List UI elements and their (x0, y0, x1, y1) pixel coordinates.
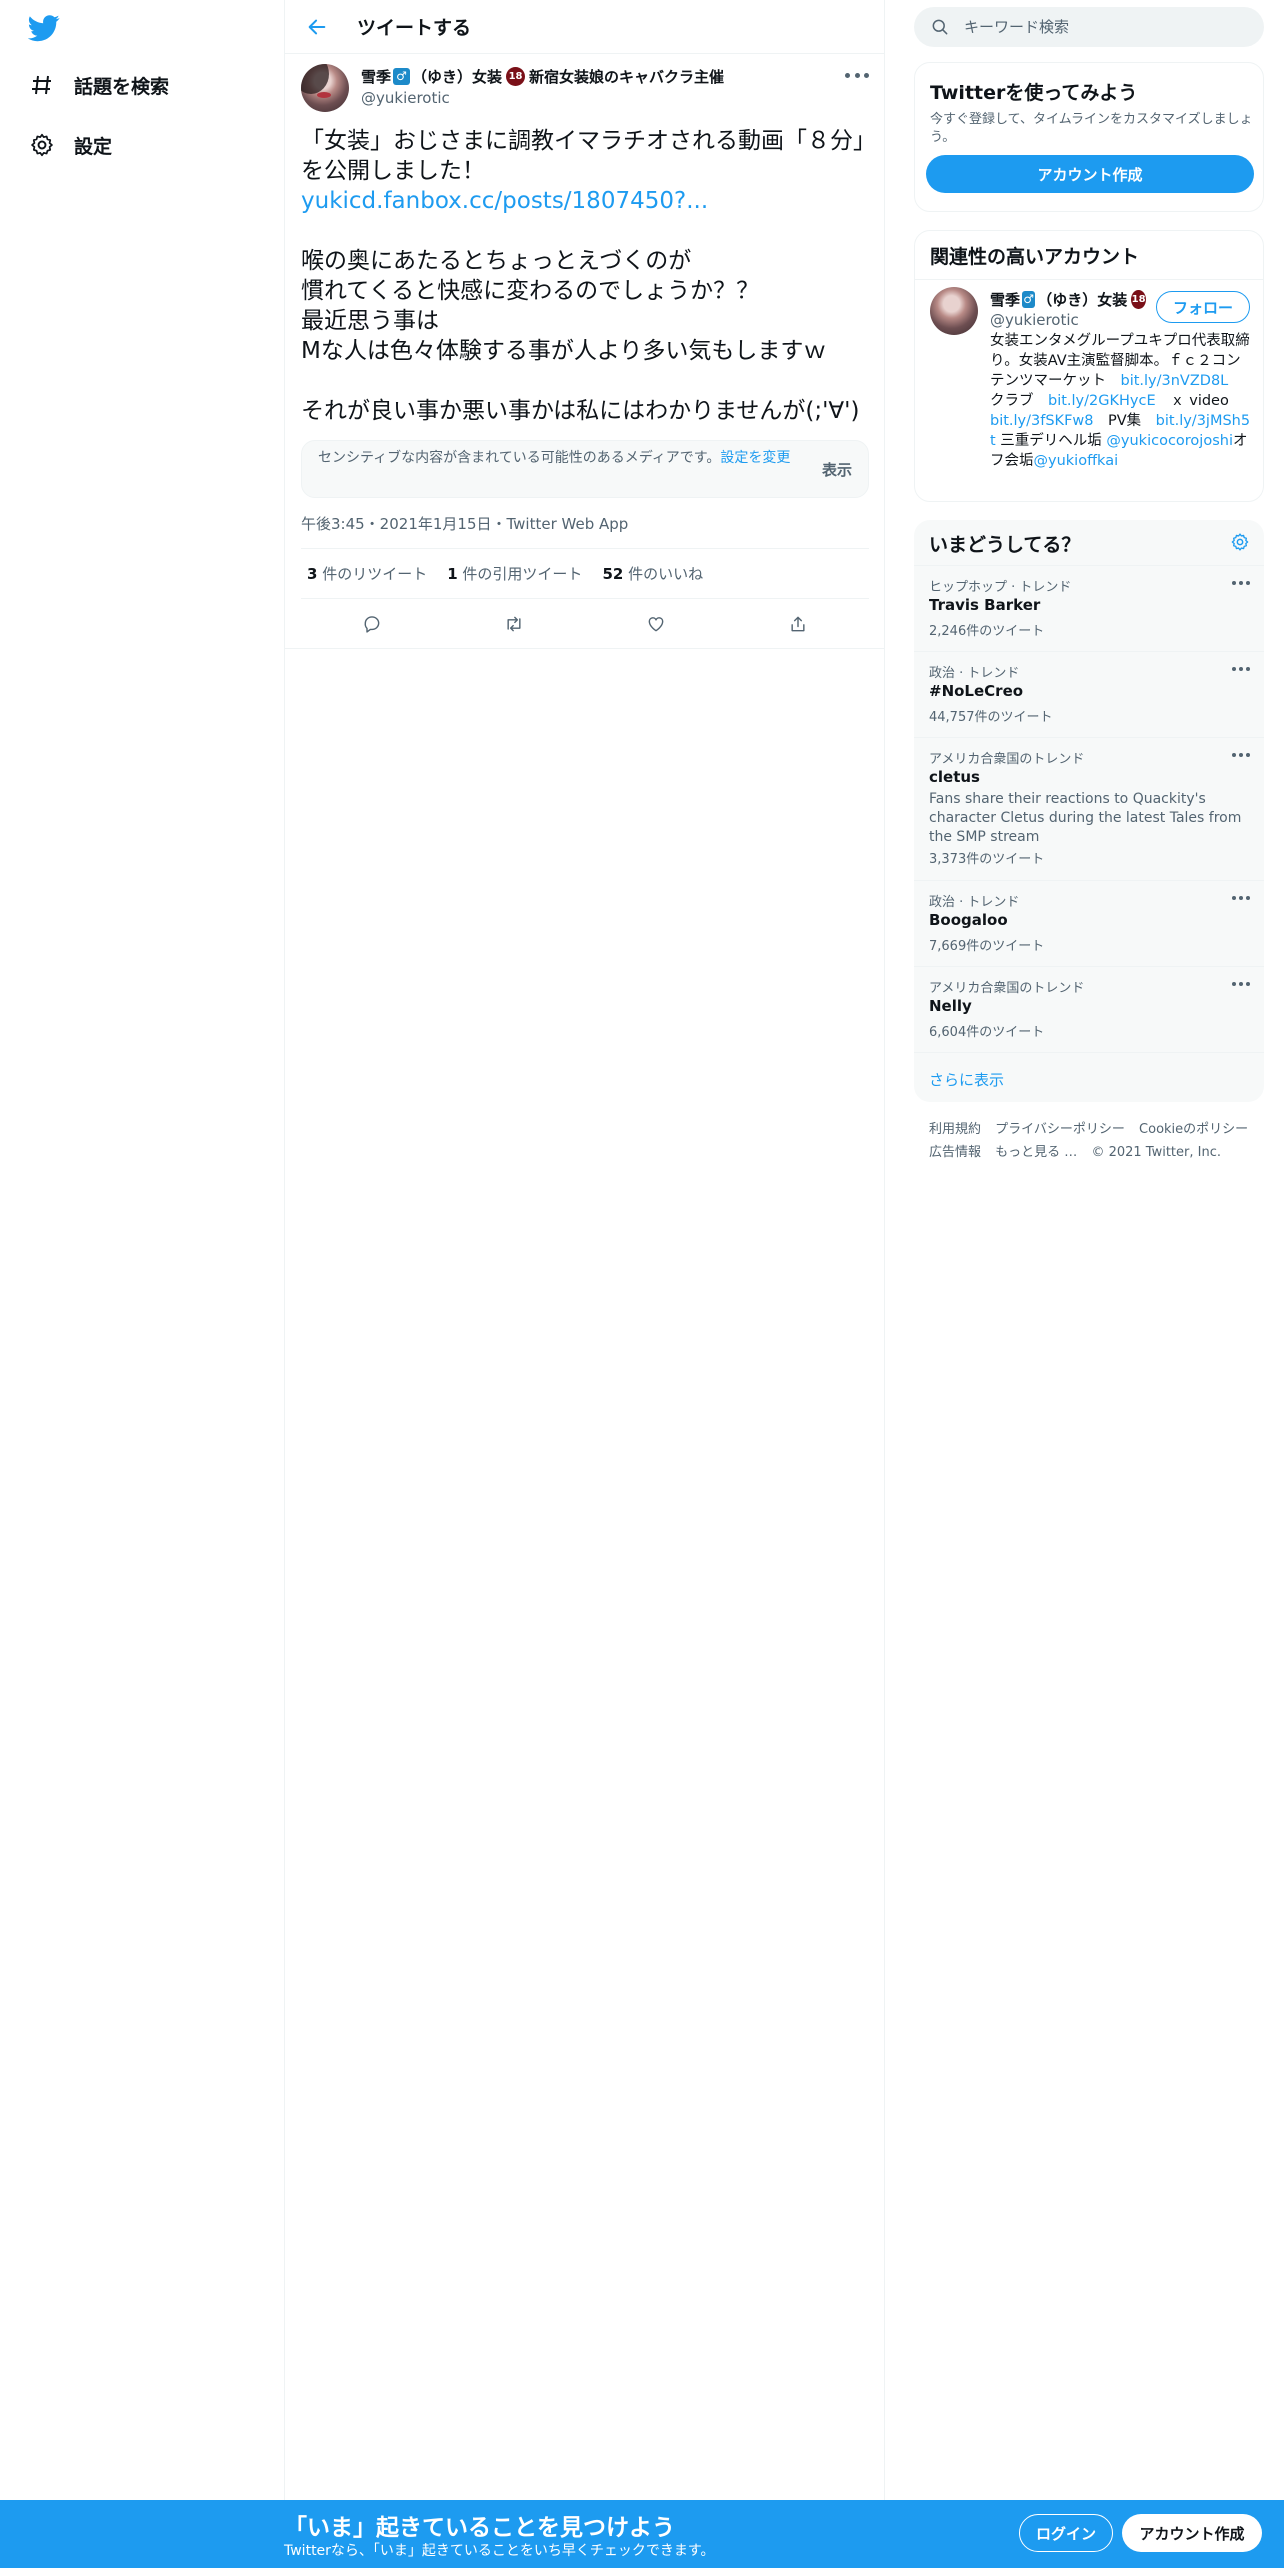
signup-card: Twitterを使ってみよう 今すぐ登録して、タイムラインをカスタマイズしましょ… (914, 62, 1264, 212)
sidebar-item-label: 設定 (74, 135, 113, 158)
trend-item[interactable]: 政治 · トレンド Boogaloo 7,669件のツイート (914, 880, 1264, 966)
left-sidebar: 話題を検索 設定 (0, 0, 285, 2568)
bio-link[interactable]: @yukicocorojoshi (1106, 433, 1233, 449)
signup-card-title: Twitterを使ってみよう (930, 82, 1138, 104)
more-options-icon[interactable] (1232, 580, 1250, 586)
related-accounts-title: 関連性の高いアカウント (930, 246, 1140, 268)
more-options-icon[interactable] (845, 68, 869, 82)
back-button[interactable] (299, 9, 335, 45)
gear-icon (28, 131, 56, 159)
create-account-button[interactable]: アカウント作成 (926, 155, 1254, 193)
footer-link[interactable]: もっと見る … (995, 1145, 1077, 1160)
more-options-icon[interactable] (1232, 752, 1250, 758)
author-handle[interactable]: @yukierotic (361, 89, 450, 107)
tweet-line: 喉の奥にあたるとちょっとえづくのが (301, 248, 692, 274)
sidebar-item-settings[interactable]: 設定 (28, 125, 112, 165)
signup-button[interactable]: アカウント作成 (1122, 2514, 1262, 2552)
tweet-line: それが良い事か悪い事かは私にはわかりませんが(;'∀') (301, 398, 860, 424)
show-media-button[interactable]: 表示 (822, 459, 852, 480)
search-icon (930, 17, 950, 41)
trends-card: いまどうしてる？ ヒップホップ · トレンド Travis Barker 2,2… (914, 520, 1264, 1102)
show-more-row: さらに表示 (914, 1052, 1264, 1102)
banner-title: 「いま」起きていることを見つけよう (284, 2515, 675, 2541)
male-sign-icon: ♂ (393, 68, 411, 85)
bio-link[interactable]: @yukioffkai (1034, 453, 1119, 469)
sensitive-media-warning: センシティブな内容が含まれている可能性のあるメディアです。設定を変更 表示 (301, 440, 869, 498)
footer-copyright: © 2021 Twitter, Inc. (1091, 1145, 1221, 1160)
arrow-left-icon (308, 19, 326, 34)
share-icon[interactable] (780, 606, 816, 642)
reply-icon[interactable] (354, 606, 390, 642)
show-more-link[interactable]: さらに表示 (929, 1069, 1004, 1090)
gear-icon[interactable] (1230, 532, 1250, 556)
male-sign-icon: ♂ (1022, 291, 1036, 308)
follow-button[interactable]: フォロー (1156, 291, 1250, 323)
footer-link[interactable]: 広告情報 (929, 1145, 981, 1160)
tweet-actions (301, 604, 869, 644)
related-account-handle[interactable]: @yukierotic (990, 311, 1079, 329)
bio-link[interactable]: bit.ly/2GKHycE (1048, 393, 1156, 409)
tweet-line (301, 216, 869, 246)
adult-18-icon: 18 (1131, 290, 1146, 309)
trend-item[interactable]: ヒップホップ · トレンド Travis Barker 2,246件のツイート (914, 565, 1264, 651)
avatar[interactable] (930, 287, 978, 335)
author-name-tail: 新宿女装娘のキャバクラ主催 (529, 68, 725, 86)
login-button[interactable]: ログイン (1019, 2514, 1113, 2552)
tweet-line: 最近思う事は (301, 308, 439, 334)
bio-link[interactable]: bit.ly/3nVZD8L (1121, 373, 1229, 389)
tweet-line: 「女装」おじさまに調教イマラチオされる動画「８分」を公開しました！ (301, 128, 865, 184)
main-column: ツイートする 雪季 ♂ （ゆき）女装 18 新宿女装娘のキャバクラ主催 @yuk… (285, 0, 885, 2568)
footer-link[interactable]: Cookieのポリシー (1139, 1122, 1248, 1137)
footer-links: 利用規約 プライバシーポリシー Cookieのポリシー 広告情報 もっと見る …… (929, 1118, 1259, 1164)
tweet-line: Mな人は色々体験する事が人より多い気もしますｗ (301, 338, 827, 364)
related-account-bio: 女装エンタメグループユキプロ代表取締り。女装AV主演監督脚本。ｆｃ２コンテンツマ… (990, 333, 1251, 469)
sidebar-item-label: 話題を検索 (74, 75, 170, 98)
divider (301, 598, 869, 599)
search-bar[interactable] (914, 7, 1264, 47)
related-accounts-card: 関連性の高いアカウント 雪季 ♂ （ゆき）女装 18 @yukierotic フ… (914, 230, 1264, 502)
like-icon[interactable] (638, 606, 674, 642)
divider (301, 548, 869, 549)
page-title: ツイートする (357, 17, 472, 39)
retweet-icon[interactable] (496, 606, 532, 642)
retweet-count[interactable]: 3 件のリツイート (307, 563, 427, 584)
hashtag-icon (28, 71, 56, 99)
banner-subtitle: Twitterなら、「いま」起きていることをいち早くチェックできます。 (284, 2543, 715, 2559)
trend-item[interactable]: 政治 · トレンド #NoLeCreo 44,757件のツイート (914, 651, 1264, 737)
tweet-link[interactable]: yukicd.fanbox.cc/posts/1807450?... (301, 188, 708, 214)
search-input[interactable] (964, 7, 1244, 47)
page-header: ツイートする (285, 0, 885, 54)
sidebar-item-explore[interactable]: 話題を検索 (28, 65, 169, 105)
signup-card-subtitle: 今すぐ登録して、タイムラインをカスタマイズしましょう。 (930, 112, 1253, 145)
author-name-suffix: （ゆき）女装 (412, 68, 503, 86)
author-name[interactable]: 雪季 ♂ （ゆき）女装 18 新宿女装娘のキャバクラ主催 (361, 66, 724, 87)
footer-link[interactable]: プライバシーポリシー (995, 1122, 1125, 1137)
tweet-text: 「女装」おじさまに調教イマラチオされる動画「８分」を公開しました！ yukicd… (301, 126, 869, 426)
tweet-stats: 3 件のリツイート 1 件の引用ツイート 52 件のいいね (307, 563, 723, 584)
tweet-line (301, 366, 869, 396)
avatar[interactable] (301, 64, 349, 112)
trends-title: いまどうしてる？ (929, 534, 1081, 556)
like-count[interactable]: 52 件のいいね (602, 563, 703, 584)
tweet-author: 雪季 ♂ （ゆき）女装 18 新宿女装娘のキャバクラ主催 @yukierotic (301, 62, 869, 112)
bio-link[interactable]: bit.ly/3fSKFw8 (990, 413, 1094, 429)
more-options-icon[interactable] (1232, 895, 1250, 901)
signup-banner: 「いま」起きていることを見つけよう Twitterなら、「いま」起きていることを… (0, 2500, 1284, 2568)
footer-link[interactable]: 利用規約 (929, 1122, 981, 1137)
tweet-timestamp[interactable]: 午後3:45・2021年1月15日・Twitter Web App (301, 513, 628, 534)
trend-item[interactable]: アメリカ合衆国のトレンド cletus Fans share their rea… (914, 737, 1264, 880)
sensitive-text: センシティブな内容が含まれている可能性のあるメディアです。 (318, 450, 721, 466)
change-settings-link[interactable]: 設定を変更 (720, 450, 790, 466)
quote-count[interactable]: 1 件の引用ツイート (447, 563, 582, 584)
more-options-icon[interactable] (1232, 666, 1250, 672)
divider (285, 648, 885, 649)
twitter-logo-icon[interactable] (27, 12, 64, 48)
author-name-text: 雪季 (361, 68, 392, 86)
more-options-icon[interactable] (1232, 981, 1250, 987)
trend-item[interactable]: アメリカ合衆国のトレンド Nelly 6,604件のツイート (914, 966, 1264, 1052)
related-account-name[interactable]: 雪季 ♂ （ゆき）女装 18 (990, 289, 1150, 310)
tweet-line: 慣れてくると快感に変わるのでしょうか？？ (301, 278, 760, 304)
adult-18-icon: 18 (506, 67, 526, 86)
